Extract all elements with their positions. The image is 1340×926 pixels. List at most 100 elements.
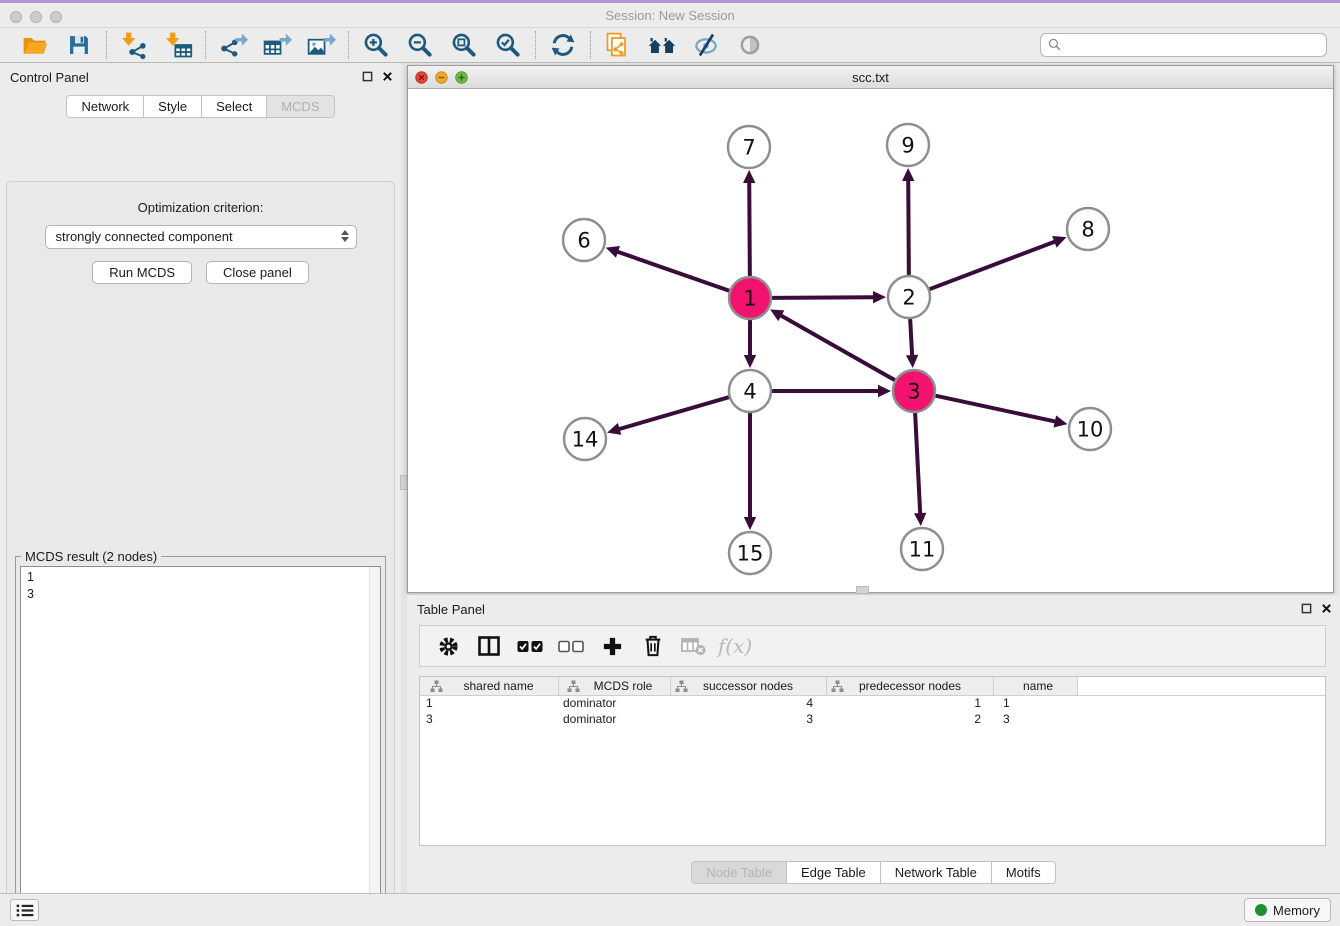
optimization-criterion-dropdown[interactable]: strongly connected component [45,225,357,249]
zoom-fit-icon[interactable] [445,29,483,61]
graph-edge-arrowhead [878,385,891,397]
graph-edge-1-2[interactable] [772,297,875,298]
show-hide-graphics-icon[interactable] [687,29,725,61]
graph-edge-2-9[interactable] [908,179,909,275]
table-cell[interactable]: 1 [994,696,1078,712]
result-line: 1 [27,569,374,586]
column-header-successor-nodes[interactable]: successor nodes [671,677,827,696]
delete-column-icon[interactable] [637,630,669,662]
graph-node-label: 1 [743,287,756,311]
main-toolbar [0,28,1340,63]
tab-style[interactable]: Style [144,95,202,118]
select-all-columns-icon[interactable] [514,630,546,662]
table-cell[interactable]: 3 [420,712,559,728]
import-network-icon[interactable] [115,29,153,61]
graph-edge-1-6[interactable] [616,251,729,291]
table-body: 1dominator4113dominator323 [420,696,1325,728]
graph-edge-arrowhead [744,355,756,368]
float-table-panel-icon[interactable] [1301,603,1312,614]
minimize-network-icon[interactable] [435,71,448,84]
horizontal-splitter-handle[interactable] [856,586,869,594]
graph-node-label: 6 [577,229,590,253]
graph-edge-2-8[interactable] [930,241,1057,289]
export-table-icon[interactable] [258,29,296,61]
zoom-selected-icon[interactable] [489,29,527,61]
tab-mcds[interactable]: MCDS [267,95,334,118]
graph-edge-4-14[interactable] [618,397,729,429]
mcds-result-group: MCDS result (2 nodes) 13 [15,556,386,926]
search-field[interactable] [1040,33,1327,57]
refresh-view-icon[interactable] [544,29,582,61]
network-graph-canvas[interactable]: 7968124314101511 [408,89,1333,592]
dropdown-value: strongly connected component [56,229,233,244]
close-panel-button[interactable]: Close panel [206,261,309,284]
table-cell[interactable]: dominator [559,696,671,712]
list-icon [15,902,35,919]
tab-network-table[interactable]: Network Table [881,861,992,884]
table-row[interactable]: 3dominator323 [420,712,1325,728]
unselect-all-columns-icon[interactable] [555,630,587,662]
tab-edge-table[interactable]: Edge Table [787,861,881,884]
function-builder-icon: f(x) [719,630,751,662]
export-image-icon[interactable] [302,29,340,61]
table-cell[interactable]: dominator [559,712,671,728]
float-panel-icon[interactable] [362,71,373,82]
graph-edge-arrowhead [906,355,918,368]
column-tree-icon [675,680,688,692]
close-network-icon[interactable] [415,71,428,84]
column-visibility-icon[interactable] [473,630,505,662]
graph-edge-3-1[interactable] [780,315,895,380]
close-table-panel-icon[interactable] [1321,603,1332,614]
graph-edge-1-7[interactable] [749,181,750,276]
memory-button[interactable]: Memory [1244,898,1331,922]
table-cell[interactable]: 3 [994,712,1078,728]
node-table: shared name MCDS role successor nodes pr… [419,676,1326,846]
tab-network[interactable]: Network [66,95,144,118]
mcds-result-list[interactable]: 13 [20,566,381,926]
table-cell[interactable]: 1 [827,696,994,712]
export-network-icon[interactable] [214,29,252,61]
column-header-shared-name[interactable]: shared name [420,677,559,696]
save-session-icon[interactable] [60,29,98,61]
import-table-icon[interactable] [159,29,197,61]
task-history-button[interactable] [10,899,39,921]
first-neighbors-icon[interactable] [643,29,681,61]
graph-edge-arrowhead [902,168,914,181]
table-cell[interactable]: 2 [827,712,994,728]
tab-node-table[interactable]: Node Table [691,861,787,884]
result-scrollbar[interactable] [369,567,380,926]
graph-edge-3-10[interactable] [936,396,1057,422]
table-cell[interactable]: 3 [671,712,827,728]
tab-motifs[interactable]: Motifs [992,861,1056,884]
memory-status-icon [1255,904,1267,916]
mcds-result-title: MCDS result (2 nodes) [21,549,161,564]
graph-edge-arrowhead [607,423,621,435]
column-header-predecessor-nodes[interactable]: predecessor nodes [827,677,994,696]
graph-edge-3-11[interactable] [915,413,920,515]
zoom-in-icon[interactable] [357,29,395,61]
graph-edge-arrowhead [914,513,926,526]
result-line: 3 [27,586,374,603]
graph-edge-2-3[interactable] [910,319,912,357]
tab-select[interactable]: Select [202,95,267,118]
graph-node-label: 11 [909,538,936,562]
table-cell[interactable]: 1 [420,696,559,712]
graph-edge-arrowhead [743,170,755,183]
clone-network-icon[interactable] [599,29,637,61]
table-options-gear-icon[interactable] [432,630,464,662]
search-input[interactable] [1063,38,1326,53]
table-cell[interactable]: 4 [671,696,827,712]
table-row[interactable]: 1dominator411 [420,696,1325,712]
column-header-mcds-role[interactable]: MCDS role [559,677,671,696]
add-column-icon[interactable] [596,630,628,662]
graph-node-label: 7 [742,136,755,160]
close-panel-icon[interactable] [382,71,393,82]
search-icon [1047,37,1063,53]
run-mcds-button[interactable]: Run MCDS [92,261,192,284]
graph-node-label: 3 [907,380,920,404]
zoom-out-icon[interactable] [401,29,439,61]
table-toolbar: f(x) [419,625,1326,667]
column-header-name[interactable]: name [994,677,1078,696]
maximize-network-icon[interactable] [455,71,468,84]
open-session-icon[interactable] [16,29,54,61]
